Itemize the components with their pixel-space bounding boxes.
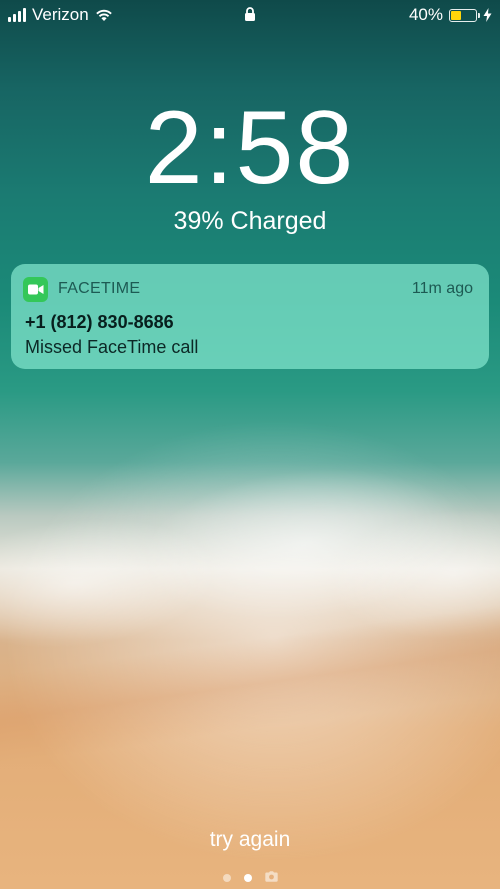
wallpaper-foam — [0, 400, 500, 760]
status-right: 40% — [409, 5, 492, 25]
wifi-icon — [95, 8, 113, 22]
page-indicator[interactable] — [0, 869, 500, 887]
status-left: Verizon — [8, 5, 113, 25]
page-dot-active[interactable] — [243, 874, 252, 882]
notification-header: FACETIME 11m ago — [11, 264, 489, 314]
carrier-label: Verizon — [32, 5, 89, 24]
battery-level-fill — [451, 10, 462, 20]
battery-percent: 40% — [408, 5, 443, 24]
charging-bolt-icon — [483, 8, 492, 22]
notification-body: +1 (812) 830-8686 Missed FaceTime call — [11, 312, 489, 358]
unlock-hint: try again — [209, 828, 291, 851]
notification-time: 11m ago — [411, 280, 473, 297]
notification-app-name: FACETIME — [58, 280, 141, 297]
lock-icon — [244, 7, 256, 27]
facetime-notification[interactable]: FACETIME 11m ago +1 (812) 830-8686 Misse… — [11, 264, 489, 369]
status-bar: Verizon 40% — [0, 0, 500, 30]
notification-title: +1 (812) 830-8686 — [25, 312, 174, 332]
lock-screen-clock: 2:58 — [144, 90, 356, 206]
facetime-icon — [23, 276, 48, 302]
page-dot[interactable] — [222, 874, 231, 882]
charge-status: 39% Charged — [173, 207, 327, 235]
notification-text: Missed FaceTime call — [25, 337, 199, 357]
wallpaper-sand — [0, 604, 500, 766]
camera-icon[interactable] — [264, 869, 278, 887]
battery-icon — [449, 8, 480, 22]
signal-icon — [8, 8, 26, 22]
